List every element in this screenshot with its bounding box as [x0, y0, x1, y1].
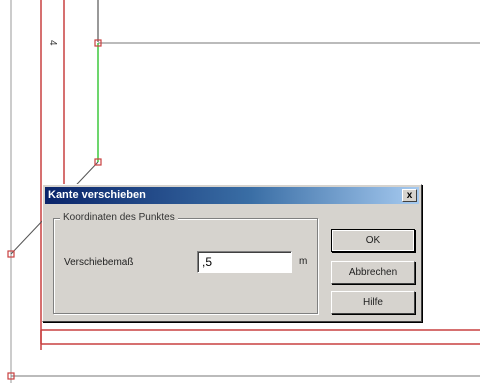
help-button[interactable]: Hilfe	[331, 291, 415, 314]
close-button[interactable]: x	[402, 189, 417, 202]
ok-button[interactable]: OK	[331, 229, 415, 252]
coordinates-groupbox: Koordinaten des Punktes Verschiebemaß m	[53, 212, 318, 314]
close-icon: x	[406, 190, 413, 201]
dialog-title: Kante verschieben	[48, 189, 146, 201]
shift-amount-label: Verschiebemaß	[64, 257, 134, 268]
unit-label: m	[299, 256, 308, 267]
shift-amount-input[interactable]	[197, 251, 292, 273]
dialog-titlebar[interactable]: Kante verschieben x	[45, 187, 419, 204]
group-title: Koordinaten des Punktes	[60, 212, 178, 223]
cancel-button[interactable]: Abbrechen	[331, 261, 415, 284]
dimension-label: 4	[47, 40, 58, 46]
move-edge-dialog: Kante verschieben x Koordinaten des Punk…	[42, 184, 422, 322]
